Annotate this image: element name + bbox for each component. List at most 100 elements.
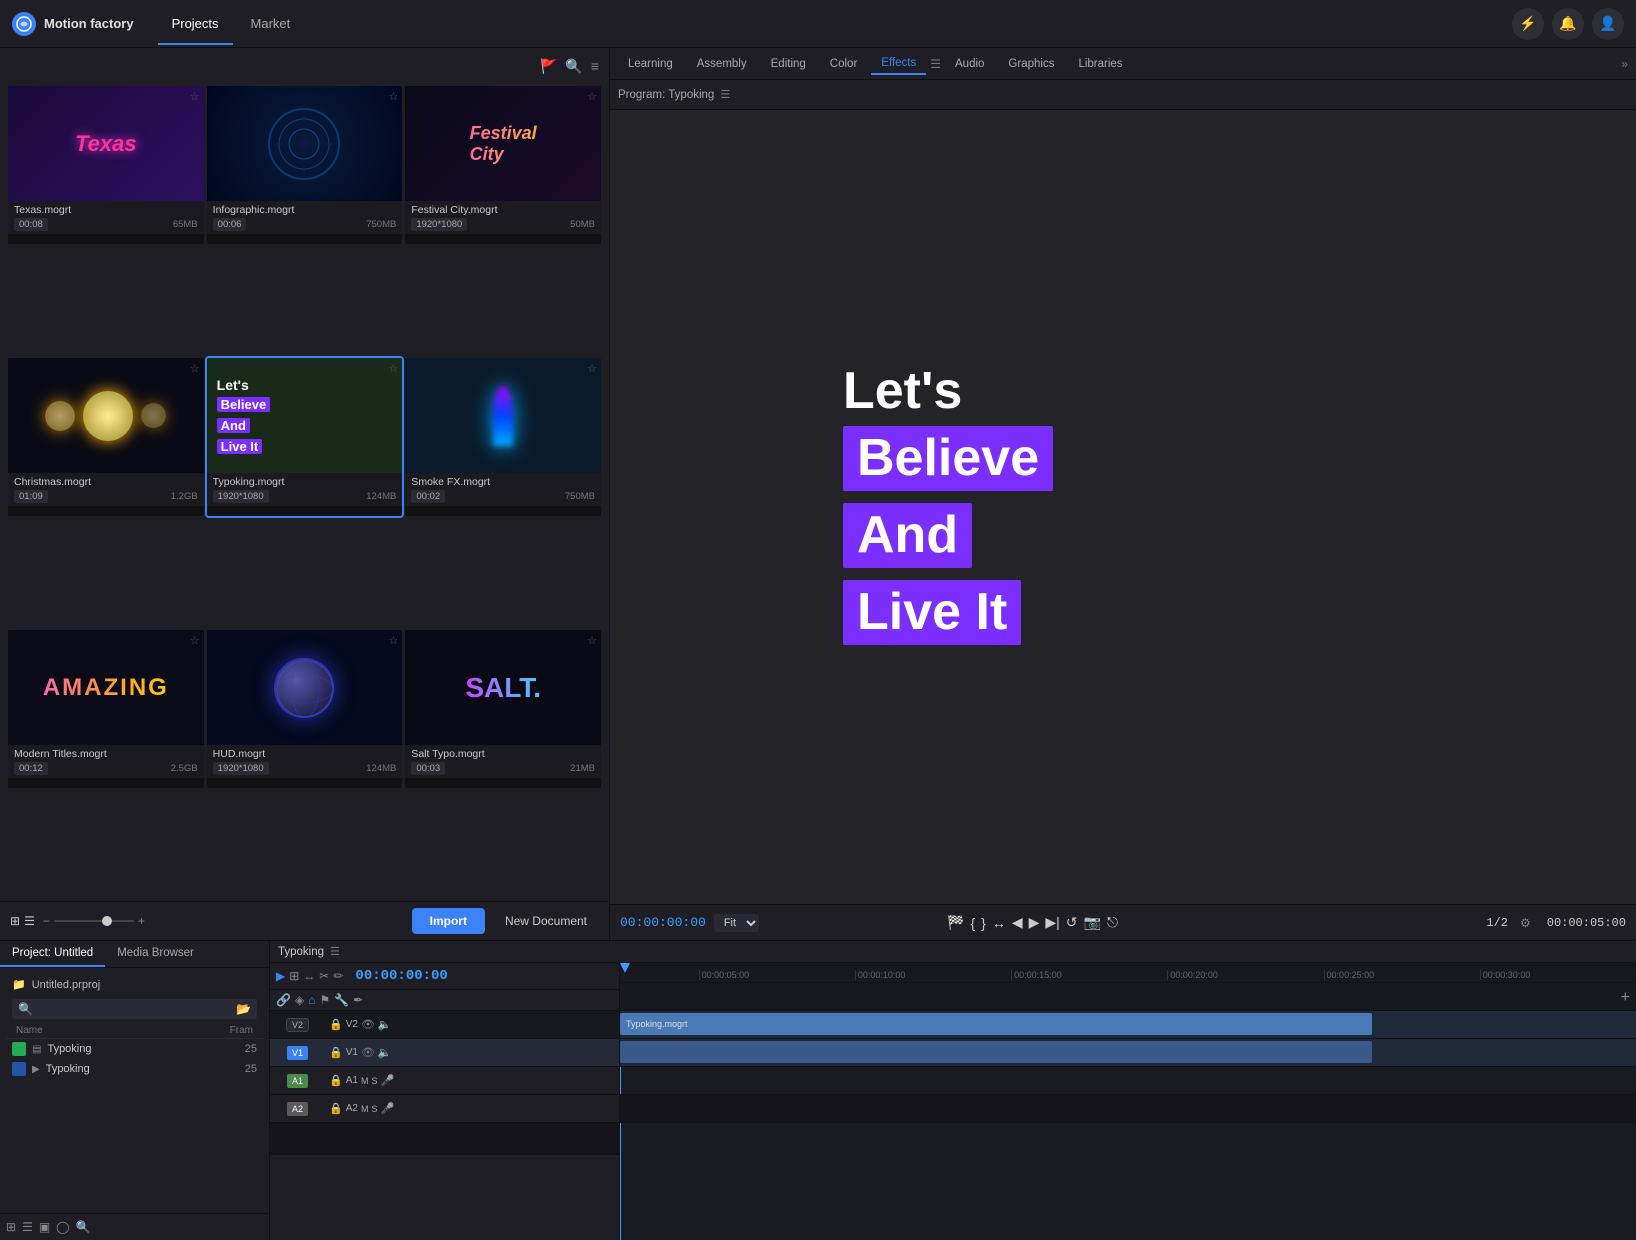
mic-a1-icon[interactable]: 🎤: [380, 1074, 394, 1087]
new-document-button[interactable]: New Document: [493, 908, 599, 934]
program-menu-icon[interactable]: ☰: [720, 88, 730, 101]
mogrt-festival[interactable]: FestivalCity ☆ Festival City.mogrt 1920*…: [405, 86, 601, 244]
flash-icon-btn[interactable]: ⚡: [1512, 8, 1544, 40]
expand-icon[interactable]: »: [1621, 57, 1628, 71]
star-salt[interactable]: ☆: [587, 634, 597, 647]
fit-select[interactable]: Fit: [714, 914, 759, 932]
mogrt-typoking[interactable]: Let's Believe And Live It ☆ Typoking.mog…: [207, 358, 403, 516]
out-btn[interactable]: }: [981, 915, 986, 931]
star-infographic[interactable]: ☆: [388, 90, 398, 103]
list-icon-proj[interactable]: ☰: [22, 1220, 33, 1234]
track-select-icon[interactable]: ↔: [303, 969, 315, 983]
star-hud[interactable]: ☆: [388, 634, 398, 647]
vol-v1-icon[interactable]: 🔈: [378, 1046, 392, 1059]
flag2-icon[interactable]: ⚑: [319, 993, 330, 1007]
tab-assembly[interactable]: Assembly: [687, 54, 757, 74]
a2-track-label[interactable]: A2: [287, 1102, 308, 1116]
m-a1-btn[interactable]: M: [361, 1076, 369, 1086]
tab-libraries[interactable]: Libraries: [1068, 54, 1132, 74]
v2-track-btn[interactable]: V2: [286, 1018, 309, 1032]
tl-clip-audio[interactable]: [620, 1041, 1372, 1063]
seq-menu-icon[interactable]: ☰: [330, 945, 340, 958]
file-row-0[interactable]: ▤ Typoking 25: [6, 1039, 263, 1059]
in-btn[interactable]: {: [970, 915, 975, 931]
user-icon-btn[interactable]: 👤: [1592, 8, 1624, 40]
snap-icon[interactable]: 🔗: [276, 993, 291, 1007]
tab-project-untitled[interactable]: Project: Untitled: [0, 941, 105, 967]
zoom-minus-icon[interactable]: −: [43, 914, 50, 928]
grid-view-icon[interactable]: ⊞: [10, 914, 20, 928]
tab-editing[interactable]: Editing: [761, 54, 816, 74]
star-typoking[interactable]: ☆: [388, 362, 398, 375]
tab-audio[interactable]: Audio: [945, 54, 994, 74]
marker-btn[interactable]: 🏁: [947, 914, 964, 931]
play-seq-icon[interactable]: ▶: [276, 969, 285, 983]
star-christmas[interactable]: ☆: [190, 362, 200, 375]
s-a1-btn[interactable]: S: [371, 1076, 377, 1086]
zoom-slider-track[interactable]: [54, 920, 134, 922]
star-festival[interactable]: ☆: [587, 90, 597, 103]
bell-icon-btn[interactable]: 🔔: [1552, 8, 1584, 40]
play-btn[interactable]: ▶: [1029, 914, 1040, 931]
star-modern[interactable]: ☆: [190, 634, 200, 647]
tab-media-browser[interactable]: Media Browser: [105, 941, 206, 967]
m-a2-btn[interactable]: M: [361, 1104, 369, 1114]
import-button[interactable]: Import: [412, 908, 485, 934]
search-icon[interactable]: 🔍: [565, 58, 582, 75]
tab-color[interactable]: Color: [820, 54, 867, 74]
info-icon[interactable]: ▣: [39, 1220, 50, 1234]
wrench-icon[interactable]: 🔧: [334, 993, 349, 1007]
prev-frame-btn[interactable]: ◀: [1012, 914, 1023, 931]
loop-btn[interactable]: ↺: [1066, 914, 1078, 931]
search-input[interactable]: [37, 1003, 232, 1015]
add-folder-icon[interactable]: 📂: [236, 1002, 251, 1016]
list-view-icon[interactable]: ☰: [24, 914, 35, 928]
new-bin-icon[interactable]: ⊞: [6, 1220, 16, 1234]
zoom-plus-icon[interactable]: +: [138, 914, 145, 928]
ripple-icon[interactable]: ⊞: [289, 969, 299, 983]
auto-icon[interactable]: ◯: [56, 1220, 69, 1234]
flag-icon[interactable]: 🚩: [540, 58, 557, 75]
export-btn[interactable]: ⎋: [1107, 914, 1118, 931]
a1-track-label[interactable]: A1: [287, 1074, 308, 1088]
file-row-1[interactable]: ▶ Typoking 25: [6, 1059, 263, 1079]
tab-market[interactable]: Market: [237, 10, 305, 37]
search-icon-bottom[interactable]: 🔍: [76, 1220, 91, 1234]
mogrt-hud[interactable]: ☆ HUD.mogrt 1920*1080 124MB: [207, 630, 403, 788]
mogrt-christmas[interactable]: ☆ Christmas.mogrt 01:09 1.2GB: [8, 358, 204, 516]
list-icon[interactable]: ≡: [591, 58, 599, 74]
pen-icon[interactable]: ✏: [333, 969, 343, 983]
pen2-icon[interactable]: ✒: [353, 993, 363, 1007]
tab-learning[interactable]: Learning: [618, 54, 683, 74]
next-frame-btn[interactable]: ▶|: [1045, 914, 1059, 931]
tab-effects[interactable]: Effects: [871, 53, 926, 75]
current-timecode: 00:00:00:00: [620, 915, 706, 930]
mogrt-salt[interactable]: SALT. ☆ Salt Typo.mogrt 00:03 21MB: [405, 630, 601, 788]
mogrt-texas[interactable]: Texas ☆ Texas.mogrt 00:08 65MB: [8, 86, 204, 244]
insert-icon[interactable]: ⌂: [308, 993, 315, 1007]
eye-v1-icon[interactable]: 👁: [361, 1046, 375, 1059]
star-texas[interactable]: ☆: [190, 90, 200, 103]
tab-graphics[interactable]: Graphics: [998, 54, 1064, 74]
v1-track-label[interactable]: V1: [287, 1046, 308, 1060]
eye-v2-icon[interactable]: 👁: [361, 1018, 375, 1031]
tl-clip-video[interactable]: Typoking.mogrt: [620, 1013, 1372, 1035]
mogrt-modern[interactable]: AMAZING ☆ Modern Titles.mogrt 00:12 2.5G…: [8, 630, 204, 788]
mogrt-infographic[interactable]: ☆ Infographic.mogrt 00:06 750MB: [207, 86, 403, 244]
s-a2-btn[interactable]: S: [371, 1104, 377, 1114]
tab-projects[interactable]: Projects: [158, 10, 233, 37]
lock-v1-icon[interactable]: 🔒: [329, 1046, 343, 1059]
marker2-icon[interactable]: ◈: [295, 993, 304, 1007]
effects-menu-icon[interactable]: ☰: [930, 57, 941, 71]
mic-a2-icon[interactable]: 🎤: [380, 1102, 394, 1115]
lock-v2-icon[interactable]: 🔒: [329, 1018, 343, 1031]
add-track-right-btn[interactable]: +: [1621, 989, 1630, 1007]
snapshot-btn[interactable]: 📷: [1084, 914, 1101, 931]
vol-v2-icon[interactable]: 🔈: [378, 1018, 392, 1031]
fit-btn[interactable]: ↔: [992, 915, 1006, 931]
razor-icon[interactable]: ✂: [319, 969, 329, 983]
lock-a2-icon[interactable]: 🔒: [329, 1102, 343, 1115]
star-smoke[interactable]: ☆: [587, 362, 597, 375]
lock-a1-icon[interactable]: 🔒: [329, 1074, 343, 1087]
mogrt-smoke[interactable]: ☆ Smoke FX.mogrt 00:02 750MB: [405, 358, 601, 516]
